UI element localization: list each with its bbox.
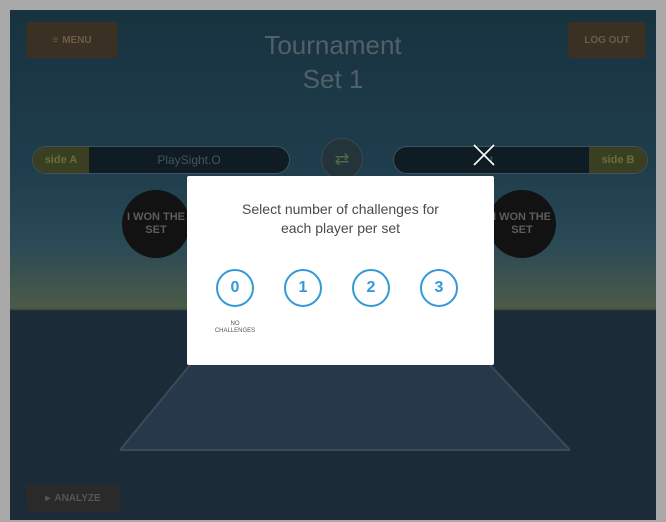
app-screen: ≡ MENU LOG OUT Tournament Set 1 side A P… <box>10 10 656 520</box>
won-set-right-button[interactable]: I WON THE SET <box>488 190 556 258</box>
challenges-dialog: Select number of challenges for each pla… <box>187 176 494 365</box>
challenge-option-2[interactable]: 2 <box>352 269 390 307</box>
challenge-option-3[interactable]: 3 <box>420 269 458 307</box>
side-a-tag: side A <box>33 147 89 173</box>
challenge-option-1[interactable]: 1 <box>284 269 322 307</box>
analyze-label: ANALYZE <box>54 492 101 504</box>
analyze-icon: ▸ <box>45 492 51 504</box>
side-b-tag: side B <box>589 147 647 173</box>
won-set-left-button[interactable]: I WON THE SET <box>122 190 190 258</box>
dialog-title: Select number of challenges for each pla… <box>242 201 439 236</box>
challenge-option-0[interactable]: 0 <box>216 269 254 307</box>
swap-icon: ⇄ <box>334 148 350 169</box>
side-b-bar[interactable]: t side B <box>393 146 648 174</box>
close-icon[interactable] <box>472 143 496 167</box>
page-title: Tournament <box>264 30 402 60</box>
analyze-button[interactable]: ▸ ANALYZE <box>26 484 120 512</box>
side-a-bar[interactable]: side A PlaySight.O <box>32 146 290 174</box>
side-a-player-name: PlaySight.O <box>157 153 221 167</box>
no-challenges-label: NO CHALLENGES <box>214 321 256 334</box>
set-label: Set 1 <box>302 64 364 94</box>
swap-sides-button[interactable]: ⇄ <box>321 138 363 180</box>
